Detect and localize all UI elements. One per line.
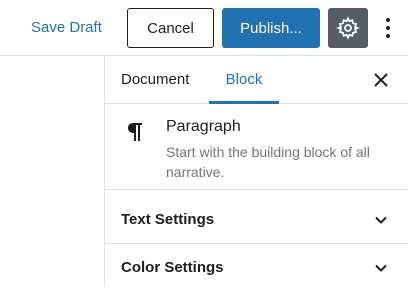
publish-button[interactable]: Publish... — [222, 8, 320, 48]
editor-header: Save Draft Cancel Publish... — [0, 0, 408, 56]
more-dot — [386, 26, 390, 30]
close-icon[interactable] — [371, 70, 391, 90]
more-dot — [386, 18, 390, 22]
panel-title: Color Settings — [121, 259, 224, 276]
settings-button[interactable] — [328, 8, 368, 48]
settings-sidebar: Document Block Paragraph Start with the … — [104, 56, 408, 287]
block-description: Start with the building block of all nar… — [166, 144, 370, 180]
tab-document[interactable]: Document — [121, 56, 189, 103]
tab-block[interactable]: Block — [209, 56, 279, 104]
save-draft-button[interactable]: Save Draft — [31, 19, 102, 36]
chevron-down-icon — [375, 264, 387, 272]
gear-icon — [336, 16, 360, 40]
chevron-down-icon — [375, 216, 387, 224]
cancel-button[interactable]: Cancel — [127, 8, 214, 48]
more-dot — [386, 34, 390, 38]
block-title: Paragraph — [166, 118, 241, 135]
sidebar-tabs: Document Block — [105, 56, 408, 104]
block-card: Paragraph Start with the building block … — [105, 104, 408, 190]
pilcrow-icon — [128, 123, 142, 141]
text-settings-panel[interactable]: Text Settings — [105, 196, 408, 244]
panel-title: Text Settings — [121, 211, 215, 228]
more-options-button[interactable] — [380, 14, 396, 42]
color-settings-panel[interactable]: Color Settings — [105, 244, 408, 292]
